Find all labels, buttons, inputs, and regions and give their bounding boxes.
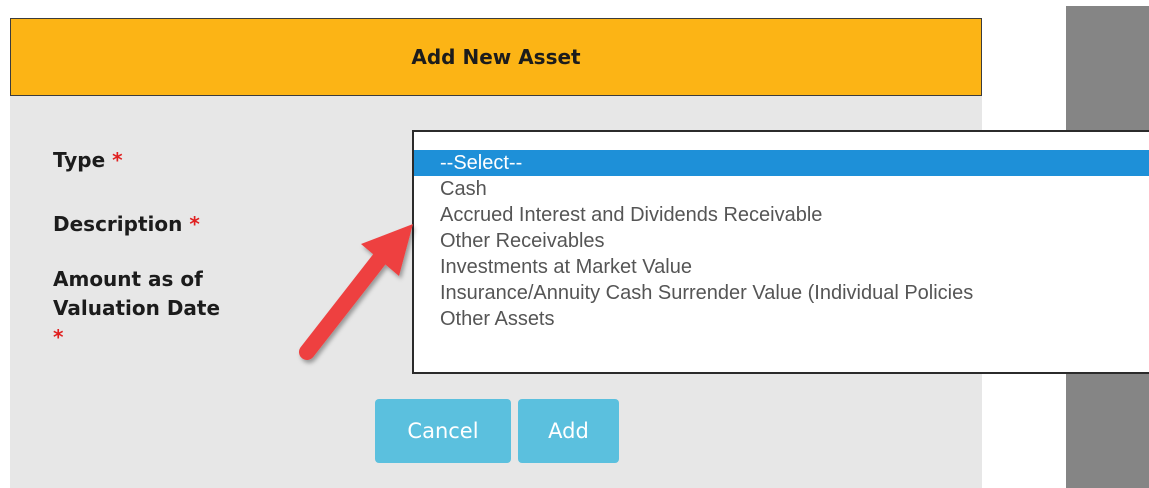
type-option-other-assets[interactable]: Other Assets bbox=[414, 306, 1149, 332]
amount-label-line2-text: Valuation Date bbox=[53, 296, 221, 320]
amount-required-marker: * bbox=[53, 325, 64, 349]
dialog-title: Add New Asset bbox=[411, 45, 581, 69]
type-option-other-receivables[interactable]: Other Receivables bbox=[414, 228, 1149, 254]
type-option-investments[interactable]: Investments at Market Value bbox=[414, 254, 1149, 280]
description-label-text: Description bbox=[53, 212, 183, 236]
amount-label-line1: Amount as of bbox=[53, 267, 203, 291]
type-option-accrued-interest[interactable]: Accrued Interest and Dividends Receivabl… bbox=[414, 202, 1149, 228]
dialog-header: Add New Asset bbox=[10, 18, 982, 96]
add-button[interactable]: Add bbox=[518, 399, 619, 463]
type-required-marker: * bbox=[112, 148, 123, 172]
cancel-button[interactable]: Cancel bbox=[375, 399, 511, 463]
type-option-insurance-annuity[interactable]: Insurance/Annuity Cash Surrender Value (… bbox=[414, 280, 1149, 306]
red-arrow-icon bbox=[299, 224, 413, 360]
type-option-select[interactable]: --Select-- bbox=[414, 150, 1149, 176]
type-options: --Select-- Cash Accrued Interest and Div… bbox=[414, 150, 1149, 332]
page: Add New Asset Type * Description * Amoun… bbox=[0, 0, 1149, 488]
type-option-cash[interactable]: Cash bbox=[414, 176, 1149, 202]
description-required-marker: * bbox=[189, 212, 200, 236]
type-dropdown-list[interactable]: --Select-- Cash Accrued Interest and Div… bbox=[412, 130, 1149, 374]
type-label-text: Type bbox=[53, 148, 106, 172]
description-label: Description * bbox=[53, 210, 200, 239]
type-label: Type * bbox=[53, 146, 123, 175]
amount-label: Amount as of Valuation Date * bbox=[53, 265, 220, 352]
amount-label-line2: Valuation Date * bbox=[53, 294, 220, 352]
